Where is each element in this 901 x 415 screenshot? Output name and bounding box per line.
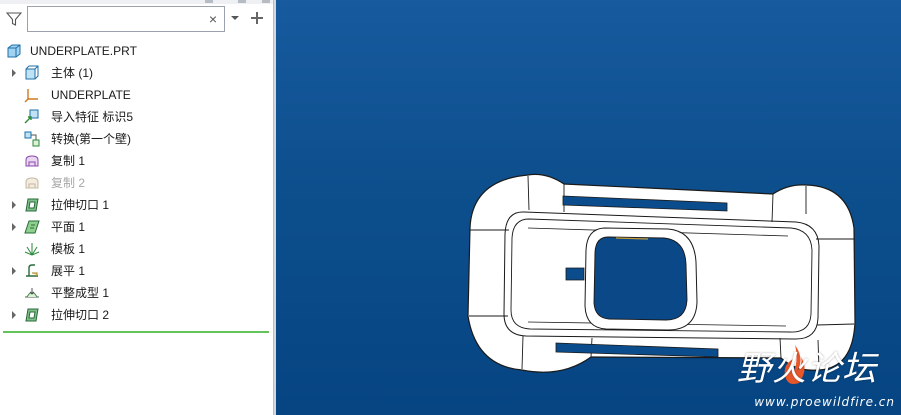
tree-item-copy-1[interactable]: 复制 1 xyxy=(0,150,273,172)
copy-icon xyxy=(25,177,39,189)
expand-arrow-icon[interactable] xyxy=(9,216,19,238)
add-icon[interactable] xyxy=(250,11,264,25)
tree-item-label: 拉伸切口 1 xyxy=(51,198,110,212)
flat-form-icon xyxy=(25,288,39,298)
tree-item-label: 复制 1 xyxy=(51,154,86,168)
center-window-hole xyxy=(593,236,688,321)
flatten-icon xyxy=(26,264,38,277)
csys-icon xyxy=(24,89,38,103)
small-slot xyxy=(565,267,585,281)
tree-item-convert[interactable]: 转换(第一个壁) xyxy=(0,128,273,150)
graphics-viewport[interactable]: 野火论坛 www.proewildfire.cn xyxy=(276,0,901,415)
panel-handle xyxy=(262,0,270,3)
tree-item-label: 转换(第一个壁) xyxy=(51,132,131,146)
clear-search-icon[interactable]: × xyxy=(206,11,220,27)
panel-handle xyxy=(238,0,246,3)
tree-root-label: UNDERPLATE.PRT xyxy=(30,44,137,58)
tree-item-label: 平面 1 xyxy=(51,220,86,234)
tree-item-copy-2[interactable]: 复制 2 xyxy=(0,172,273,194)
tree-item-extrude-cut-1[interactable]: 拉伸切口 1 xyxy=(0,194,273,216)
expand-arrow-icon[interactable] xyxy=(9,304,19,326)
body-icon xyxy=(25,65,39,80)
search-field[interactable]: × xyxy=(27,6,225,32)
import-feature-icon xyxy=(24,109,39,124)
tree-root[interactable]: UNDERPLATE.PRT xyxy=(0,40,273,62)
tree-item-plane-1[interactable]: 平面 1 xyxy=(0,216,273,238)
tree-item-label: UNDERPLATE xyxy=(51,88,131,102)
plane-icon xyxy=(24,220,40,234)
tree-item-label: 复制 2 xyxy=(51,176,86,190)
forum-watermark: 野火论坛 www.proewildfire.cn xyxy=(715,345,895,409)
tree-item-label: 拉伸切口 2 xyxy=(51,308,110,322)
expand-arrow-icon[interactable] xyxy=(9,260,19,282)
tree-item-body[interactable]: 主体 (1) xyxy=(0,62,273,84)
tree-item-csys[interactable]: UNDERPLATE xyxy=(0,84,273,106)
extrude-cut-icon xyxy=(25,198,39,212)
expand-arrow-icon[interactable] xyxy=(9,194,19,216)
extrude-cut-icon xyxy=(25,308,39,322)
search-input[interactable] xyxy=(30,9,212,29)
part-icon xyxy=(7,44,21,58)
tree-item-label: 平整成型 1 xyxy=(51,286,110,300)
chevron-down-icon[interactable] xyxy=(230,13,240,23)
panel-top-strip xyxy=(0,0,273,4)
tree-item-label: 主体 (1) xyxy=(51,66,94,80)
form-icon xyxy=(24,243,40,256)
tree-item-flat-form-1[interactable]: 平整成型 1 xyxy=(0,282,273,304)
tree-item-form-1[interactable]: 模板 1 xyxy=(0,238,273,260)
convert-icon xyxy=(24,131,40,147)
watermark-title: 野火论坛 xyxy=(737,349,877,389)
expand-arrow-icon[interactable] xyxy=(9,62,19,84)
tree-item-label: 导入特征 标识5 xyxy=(51,110,134,124)
filter-icon[interactable] xyxy=(6,11,22,27)
copy-icon xyxy=(25,155,39,167)
watermark-url: www.proewildfire.cn xyxy=(754,395,895,409)
insert-here-marker[interactable] xyxy=(3,331,269,333)
tree-item-flatten-1[interactable]: 展平 1 xyxy=(0,260,273,282)
tree-item-import-feature[interactable]: 导入特征 标识5 xyxy=(0,106,273,128)
model-tree-panel: × UNDERPLATE.PRT 主体 (1) UNDERPLATE 导入特征 … xyxy=(0,0,273,415)
panel-handle xyxy=(205,0,213,3)
tree-item-label: 模板 1 xyxy=(51,242,86,256)
tree-item-label: 展平 1 xyxy=(51,264,86,278)
tree-item-extrude-cut-2[interactable]: 拉伸切口 2 xyxy=(0,304,273,326)
